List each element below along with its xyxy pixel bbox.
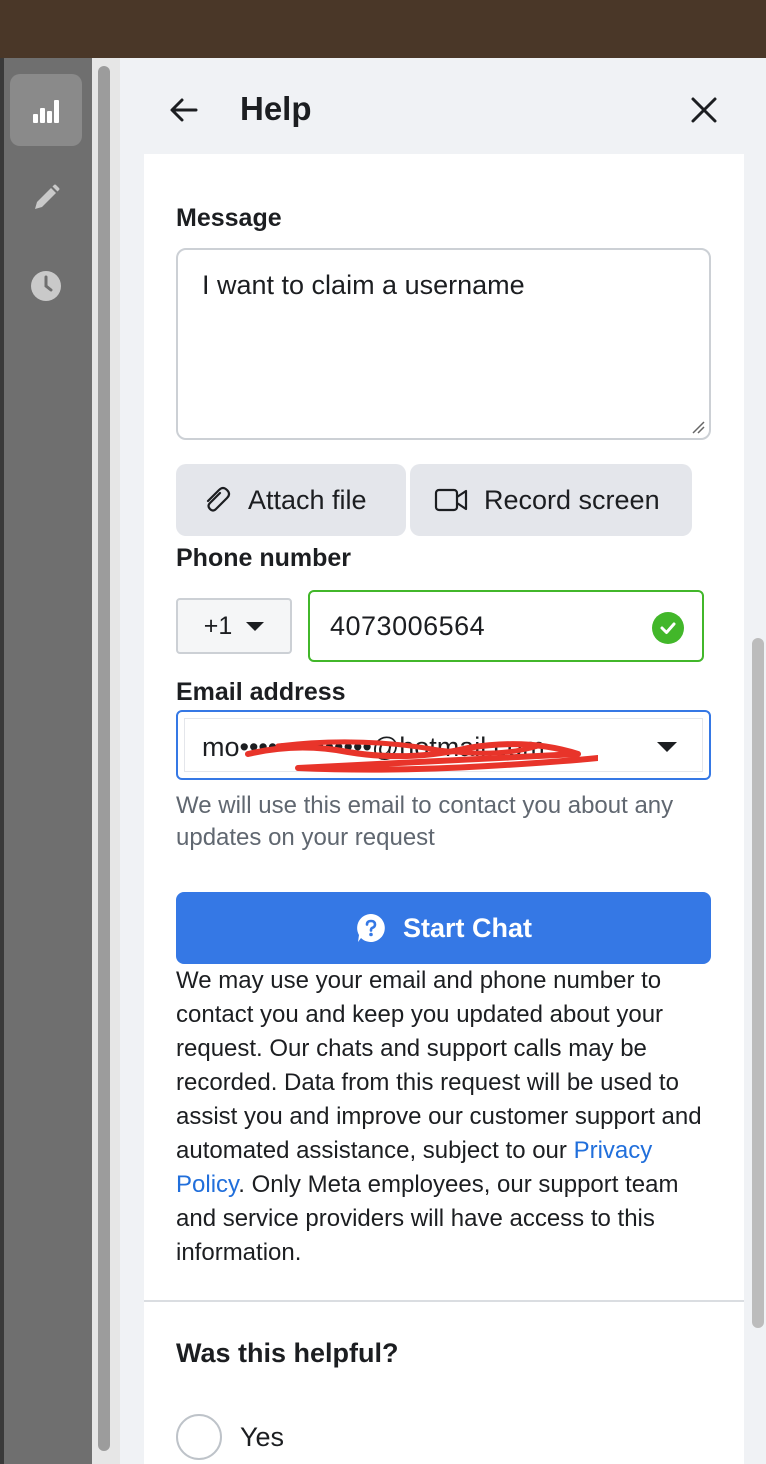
email-helper-text: We will use this email to contact you ab…: [176, 792, 674, 851]
caret-down-icon: [657, 742, 677, 752]
insights-rail-button[interactable]: [10, 74, 82, 146]
close-button[interactable]: [684, 90, 724, 130]
redaction-scribble-icon: [245, 739, 598, 773]
feedback-question: Was this helpful?: [176, 1338, 399, 1368]
panel-scrollbar-thumb[interactable]: [752, 638, 764, 1328]
feedback-option-yes[interactable]: Yes: [176, 1414, 284, 1460]
legal-text-continued: . Only Meta employees, our support team …: [176, 1171, 679, 1266]
clock-icon: [31, 271, 61, 301]
section-divider: [144, 1300, 744, 1302]
attach-file-button[interactable]: Attach file: [176, 464, 406, 536]
message-label: Message: [176, 204, 282, 232]
country-code-value: +1: [203, 611, 233, 640]
rail-edge: [0, 58, 4, 1464]
video-camera-icon: [434, 488, 468, 512]
phone-number-input[interactable]: 4073006564: [308, 590, 704, 662]
legal-notice: We may use your email and phone number t…: [176, 964, 716, 1270]
pencil-icon: [35, 184, 60, 209]
help-form-card: Message I want to claim a username Attac…: [144, 154, 744, 1464]
radio-button[interactable]: [176, 1414, 222, 1460]
panel-divider: [92, 58, 120, 1464]
start-chat-label: Start Chat: [402, 912, 532, 943]
country-code-select[interactable]: +1: [176, 598, 292, 654]
record-screen-label: Record screen: [484, 484, 660, 515]
attach-file-label: Attach file: [248, 484, 367, 515]
messenger-help-icon: [357, 914, 385, 942]
bar-chart-icon: [33, 100, 59, 123]
start-chat-button[interactable]: Start Chat: [176, 892, 711, 964]
help-header: Help: [120, 58, 766, 154]
panel-scrollbar-track: [746, 58, 766, 1464]
divider-scrollbar[interactable]: [98, 66, 110, 1451]
record-screen-button[interactable]: Record screen: [410, 464, 692, 536]
back-button[interactable]: [164, 90, 204, 130]
check-circle-icon: [652, 612, 684, 644]
paperclip-icon: [206, 486, 231, 512]
arrow-left-icon: [170, 98, 198, 122]
feedback-option-label: Yes: [240, 1421, 285, 1452]
browser-top-bar: [0, 0, 766, 58]
history-rail-button[interactable]: [10, 250, 82, 322]
message-textarea[interactable]: I want to claim a username: [176, 248, 711, 440]
phone-number-value: 4073006564: [330, 610, 486, 641]
caret-down-icon: [246, 621, 265, 631]
left-rail: [0, 58, 92, 1464]
resize-handle-icon[interactable]: [691, 420, 705, 434]
message-text: I want to claim a username: [202, 270, 525, 300]
close-icon: [691, 97, 717, 123]
legal-text: We may use your email and phone number t…: [176, 967, 702, 1164]
email-address-select[interactable]: mo••••••••••••••@hotmail.com: [176, 710, 711, 780]
page-title: Help: [240, 90, 312, 127]
edit-rail-button[interactable]: [10, 162, 82, 234]
phone-number-label: Phone number: [176, 544, 352, 572]
help-panel: Help Message I want to claim a username …: [120, 58, 766, 1464]
email-address-label: Email address: [176, 678, 346, 706]
